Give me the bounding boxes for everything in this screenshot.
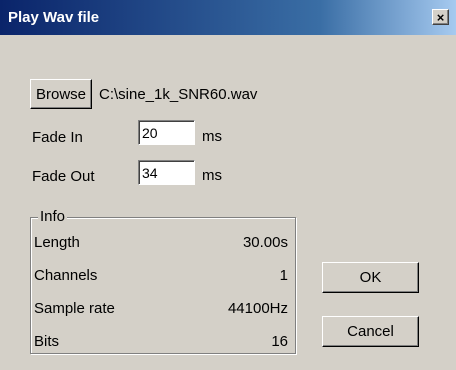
- file-path: C:\sine_1k_SNR60.wav: [99, 86, 258, 103]
- fade-in-label: Fade In: [32, 129, 83, 146]
- ok-button[interactable]: OK: [322, 262, 419, 293]
- cancel-button[interactable]: Cancel: [322, 316, 419, 347]
- info-bits-label: Bits: [34, 333, 60, 350]
- browse-button[interactable]: Browse: [30, 79, 92, 109]
- fade-in-unit: ms: [202, 128, 222, 145]
- fade-out-unit: ms: [202, 167, 222, 184]
- info-sample-rate-value: 44100Hz: [227, 300, 288, 317]
- info-groupbox-title: Info: [38, 208, 68, 225]
- info-channels-value: 1: [279, 267, 288, 284]
- title-bar[interactable]: Play Wav file ×: [0, 0, 456, 35]
- info-channels-label: Channels: [34, 267, 98, 284]
- fade-in-input[interactable]: [138, 120, 195, 145]
- close-button[interactable]: ×: [432, 9, 449, 25]
- info-bits-value: 16: [271, 333, 288, 350]
- info-length-label: Length: [34, 234, 80, 251]
- info-length-value: 30.00s: [242, 234, 288, 251]
- fade-out-label: Fade Out: [32, 168, 95, 185]
- close-icon: ×: [436, 9, 445, 25]
- fade-out-input[interactable]: [138, 160, 195, 185]
- info-sample-rate-label: Sample rate: [34, 300, 115, 317]
- window-title: Play Wav file: [8, 9, 100, 26]
